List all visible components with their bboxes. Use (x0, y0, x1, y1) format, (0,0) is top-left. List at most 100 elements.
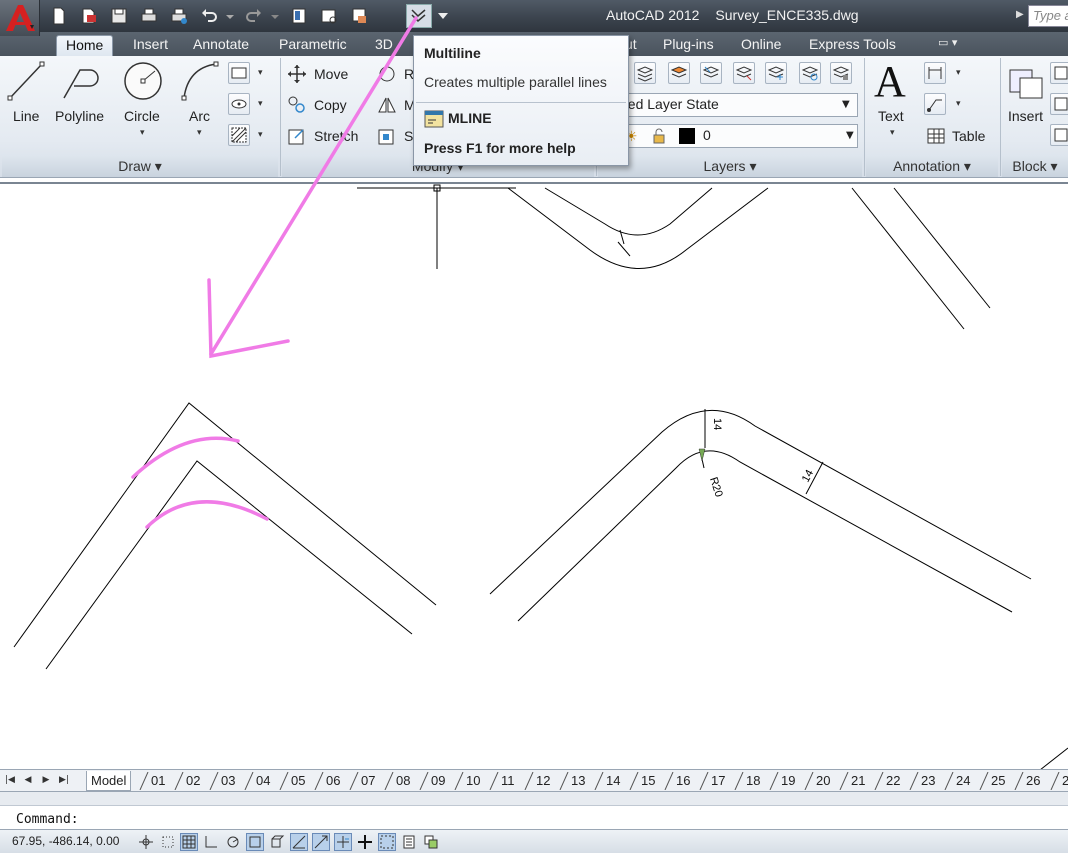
batch-plot-icon[interactable] (168, 5, 190, 27)
mirror-icon[interactable] (377, 95, 397, 115)
application-menu-button[interactable] (0, 0, 40, 36)
layout-tab[interactable]: 17 (707, 771, 729, 791)
otrack-icon[interactable] (290, 833, 308, 851)
layer-off-icon[interactable] (733, 62, 755, 84)
ellipse-dropdown-icon[interactable]: ▾ (258, 99, 263, 109)
line-button[interactable]: Line (13, 108, 39, 124)
layer-match-icon[interactable] (700, 62, 722, 84)
tab-3d-tools[interactable]: 3D (366, 35, 402, 56)
table-button[interactable]: Table (952, 128, 985, 144)
layout-tab[interactable]: 25 (987, 771, 1009, 791)
3dosnap-icon[interactable] (268, 833, 286, 851)
circle-dropdown-icon[interactable]: ▾ (140, 128, 145, 138)
arc-icon[interactable] (180, 60, 220, 102)
layout-tab[interactable]: 26 (1022, 771, 1044, 791)
layout-tab[interactable]: 18 (742, 771, 764, 791)
command-window[interactable]: Command: (0, 791, 1068, 829)
coordinate-display[interactable]: 67.95, -486.14, 0.00 (12, 834, 119, 848)
leader-icon[interactable] (924, 93, 946, 115)
layout-tab[interactable]: 02 (182, 771, 204, 791)
window-icon[interactable] (318, 5, 340, 27)
layer-lock-icon[interactable] (830, 62, 852, 84)
layout-tab[interactable]: 19 (777, 771, 799, 791)
layout-tab[interactable]: 04 (252, 771, 274, 791)
block-panel-title[interactable]: Block ▾ (1002, 155, 1068, 177)
layout-tab[interactable]: 15 (637, 771, 659, 791)
redo-dropdown-icon[interactable] (270, 5, 280, 27)
open-icon[interactable] (78, 5, 100, 27)
layout-tab[interactable]: 09 (427, 771, 449, 791)
plot-icon[interactable] (138, 5, 160, 27)
layout-tab[interactable]: 10 (462, 771, 484, 791)
layer-isolate-icon[interactable] (668, 62, 690, 84)
tab-insert[interactable]: Insert (124, 35, 177, 56)
scale-icon[interactable] (377, 126, 397, 146)
stretch-button[interactable]: Stretch (314, 128, 358, 144)
rectangle-dropdown-icon[interactable]: ▾ (258, 68, 263, 78)
layout-tab[interactable]: 05 (287, 771, 309, 791)
line-icon[interactable] (6, 60, 46, 102)
tab-annotate[interactable]: Annotate (184, 35, 258, 56)
ducs-icon[interactable] (312, 833, 330, 851)
selection-cycling-icon[interactable] (422, 833, 440, 851)
model-space-icon[interactable] (137, 833, 155, 851)
layout-tab[interactable]: 14 (602, 771, 624, 791)
layout-tab[interactable]: 20 (812, 771, 834, 791)
layout-tab[interactable]: 13 (567, 771, 589, 791)
layout-tab[interactable]: 01 (147, 771, 169, 791)
tab-parametric[interactable]: Parametric (270, 35, 356, 56)
snap-icon[interactable] (159, 833, 177, 851)
undo-icon[interactable] (198, 5, 220, 27)
redo-icon[interactable] (243, 5, 265, 27)
tab-express-tools[interactable]: Express Tools (800, 35, 905, 56)
polyline-icon[interactable] (60, 62, 102, 102)
sheet-icon[interactable] (288, 5, 310, 27)
undo-dropdown-icon[interactable] (225, 5, 235, 27)
move-icon[interactable] (287, 64, 307, 84)
polyline-button[interactable]: Polyline (55, 108, 104, 124)
text-dropdown-icon[interactable]: ▾ (890, 128, 895, 138)
ortho-icon[interactable] (202, 833, 220, 851)
text-button[interactable]: Text (878, 108, 904, 124)
customize-dropdown-icon[interactable] (436, 5, 450, 27)
multiline-icon[interactable] (406, 4, 432, 28)
drawing-canvas[interactable]: 14 14 R20 (0, 182, 1068, 771)
command-prompt[interactable]: Command: (16, 812, 79, 827)
layout-tab[interactable]: 24 (952, 771, 974, 791)
new-icon[interactable] (48, 5, 70, 27)
layer-state-select[interactable]: aved Layer State (606, 93, 858, 117)
arc-button[interactable]: Arc (189, 108, 210, 124)
create-block-icon[interactable] (1050, 62, 1068, 84)
rotate-icon[interactable] (377, 64, 397, 84)
layer-freeze-icon[interactable] (765, 62, 787, 84)
publish-icon[interactable] (348, 5, 370, 27)
layout-tab[interactable]: 11 (497, 771, 519, 791)
dimension-dropdown-icon[interactable]: ▾ (956, 68, 961, 78)
layout-tab[interactable]: 16 (672, 771, 694, 791)
lineweight-icon[interactable] (356, 833, 374, 851)
linear-dimension-icon[interactable] (924, 62, 946, 84)
layer-properties-icon[interactable] (634, 62, 656, 84)
layout-tab-model[interactable]: Model (86, 771, 132, 791)
dyn-icon[interactable] (334, 833, 352, 851)
layout-tab[interactable]: 21 (847, 771, 869, 791)
copy-button[interactable]: Copy (314, 97, 347, 113)
stretch-icon[interactable] (287, 126, 307, 146)
layout-tab[interactable]: 08 (392, 771, 414, 791)
tab-plug-ins[interactable]: Plug-ins (654, 35, 723, 56)
tab-home[interactable]: Home (56, 35, 114, 56)
transparency-icon[interactable] (378, 833, 396, 851)
first-tab-icon[interactable]: |◀ (4, 773, 16, 788)
arc-dropdown-icon[interactable]: ▾ (197, 128, 202, 138)
copy-icon[interactable] (287, 95, 307, 115)
hatch-icon[interactable] (228, 124, 250, 146)
tab-online[interactable]: Online (732, 35, 790, 56)
circle-button[interactable]: Circle (124, 108, 160, 124)
block-attribute-icon[interactable] (1050, 124, 1068, 146)
circle-icon[interactable] (122, 60, 164, 102)
insert-block-icon[interactable] (1006, 62, 1046, 102)
osnap-icon[interactable] (246, 833, 264, 851)
ellipse-icon[interactable] (228, 93, 250, 115)
save-icon[interactable] (108, 5, 130, 27)
ribbon-minimize-icon[interactable]: ▭ ▾ (938, 36, 972, 52)
